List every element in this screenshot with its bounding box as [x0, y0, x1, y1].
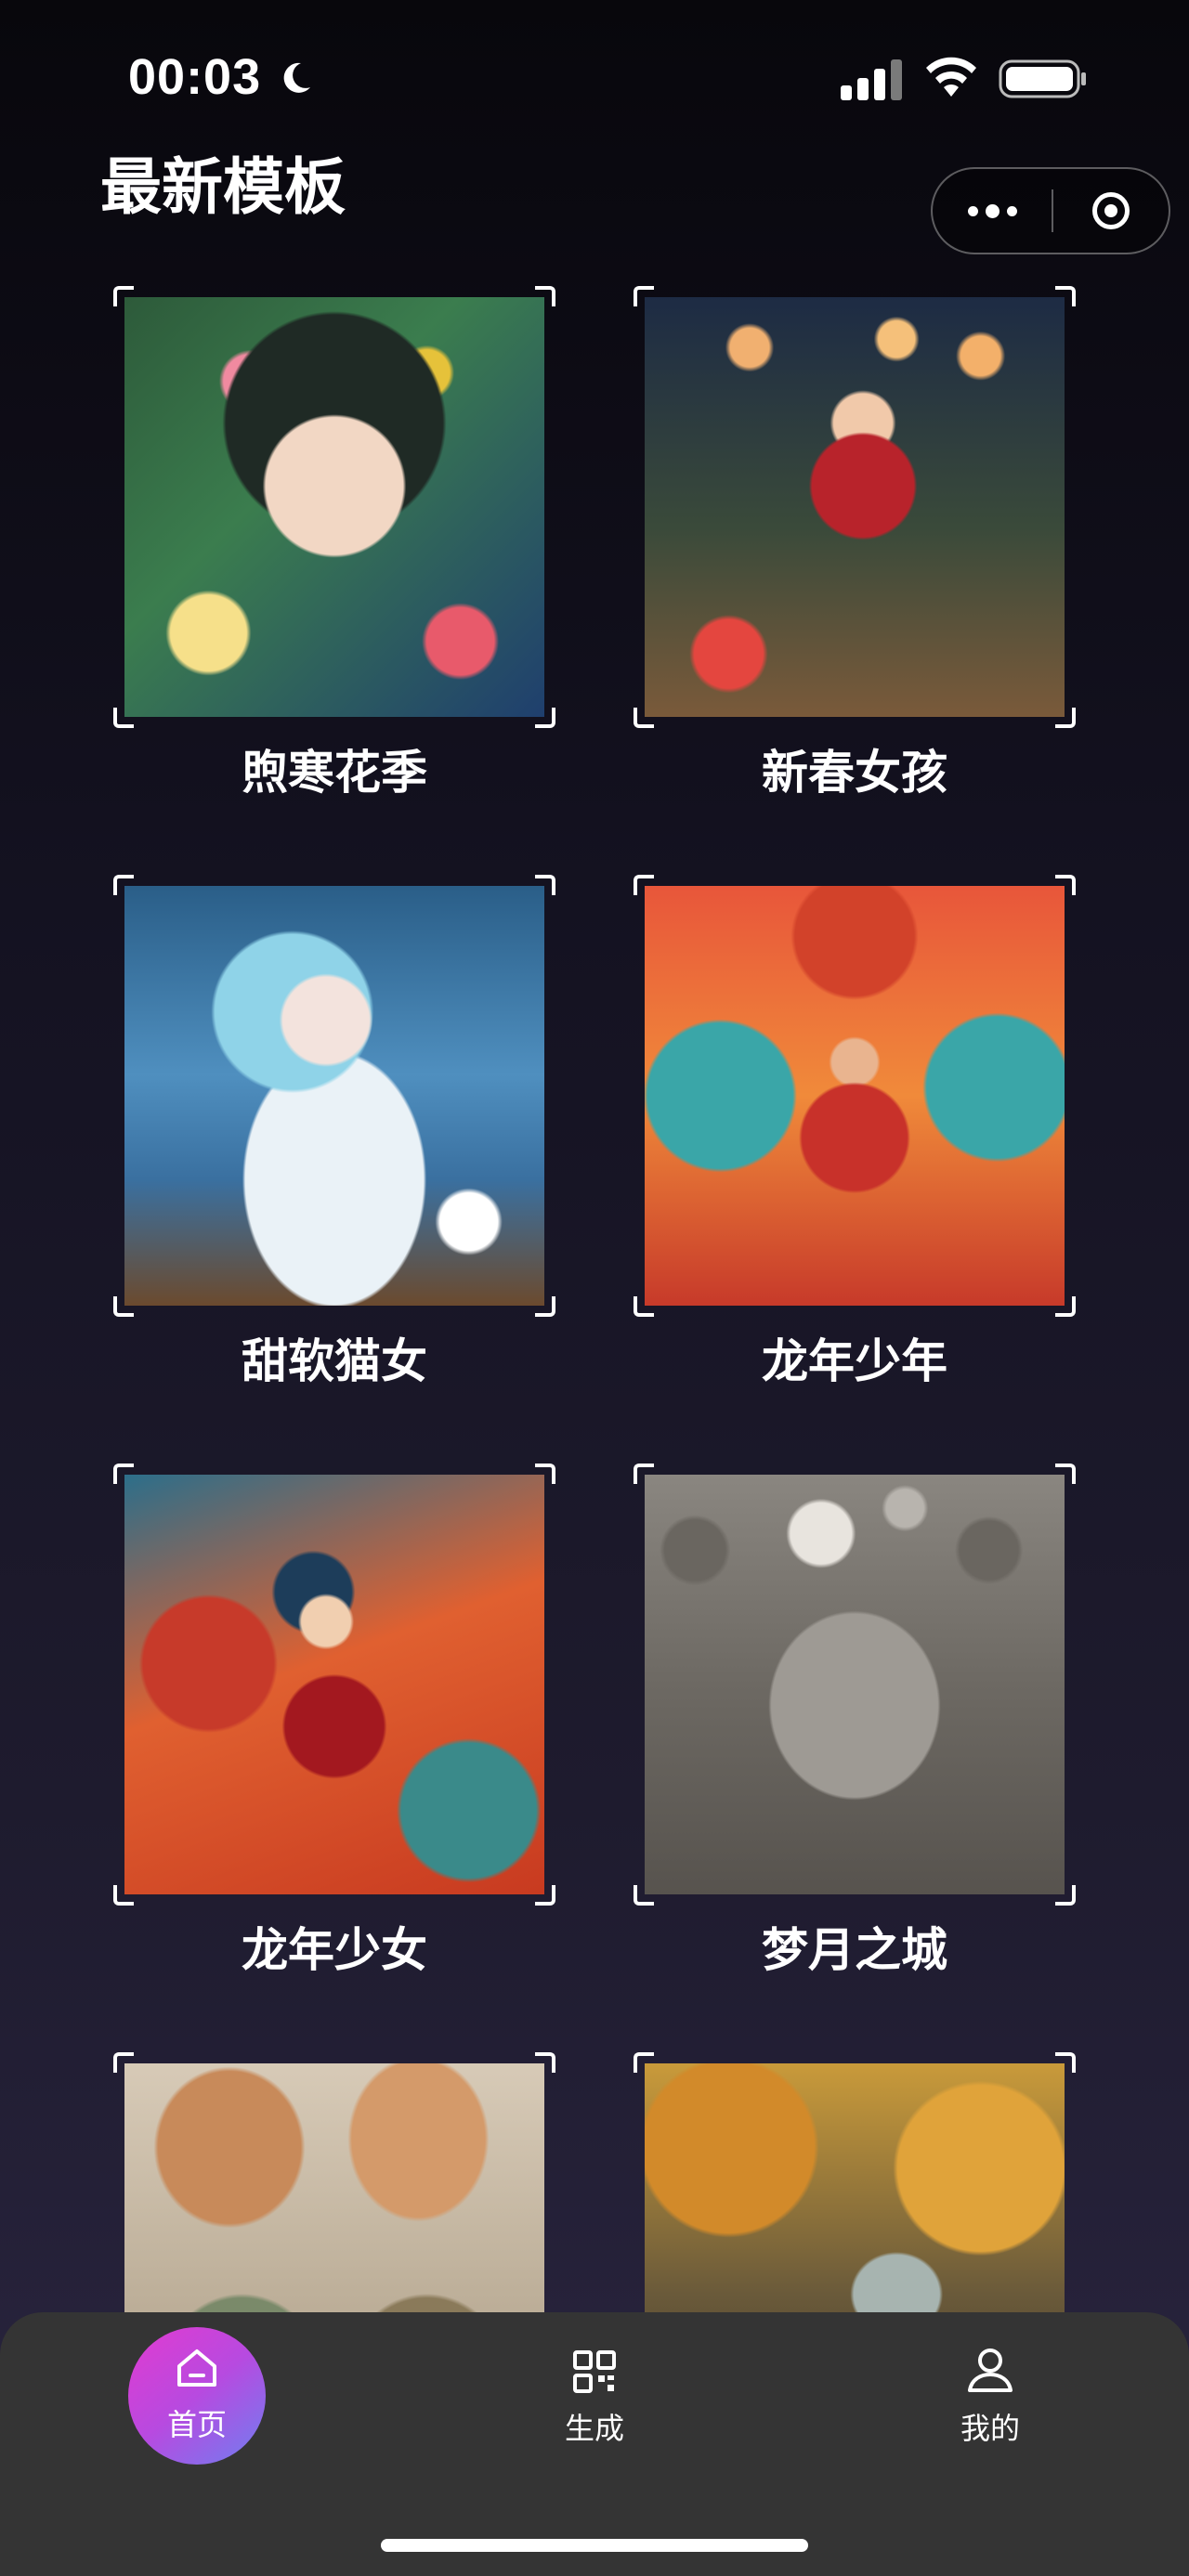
home-icon	[177, 2349, 216, 2387]
tab-profile-label: 我的	[960, 2412, 1020, 2445]
tab-home[interactable]: 首页	[123, 2312, 271, 2479]
template-title: 梦月之城	[762, 1924, 947, 1976]
card-frame	[113, 286, 555, 728]
template-title: 龙年少女	[242, 1924, 427, 1976]
tab-home-label: 首页	[166, 2408, 227, 2441]
template-title: 甜软猫女	[242, 1335, 427, 1387]
card-frame	[634, 875, 1076, 1317]
template-title: 煦寒花季	[242, 747, 427, 799]
tab-generate[interactable]: 生成	[520, 2312, 669, 2479]
card-frame	[113, 1464, 555, 1906]
user-icon	[968, 2348, 1013, 2392]
home-indicator[interactable]	[381, 2539, 808, 2552]
template-grid: 煦寒花季 新春女孩 甜软猫女 龙年少年 龙年少女 梦月之城	[0, 0, 1189, 2576]
template-thumbnail	[645, 297, 1065, 717]
card-frame	[113, 875, 555, 1317]
card-frame	[634, 1464, 1076, 1906]
qr-grid-icon	[573, 2350, 616, 2393]
template-thumbnail	[645, 886, 1065, 1306]
tab-profile[interactable]: 我的	[916, 2312, 1065, 2479]
template-thumbnail	[124, 886, 544, 1306]
card-frame	[634, 286, 1076, 728]
tab-generate-label: 生成	[564, 2412, 624, 2445]
template-title: 龙年少年	[762, 1335, 947, 1387]
template-thumbnail	[124, 1475, 544, 1894]
template-title: 新春女孩	[762, 747, 947, 799]
template-thumbnail	[124, 297, 544, 717]
bottom-tab-bar: 首页 生成 我的	[0, 2312, 1189, 2576]
template-thumbnail	[645, 1475, 1065, 1894]
